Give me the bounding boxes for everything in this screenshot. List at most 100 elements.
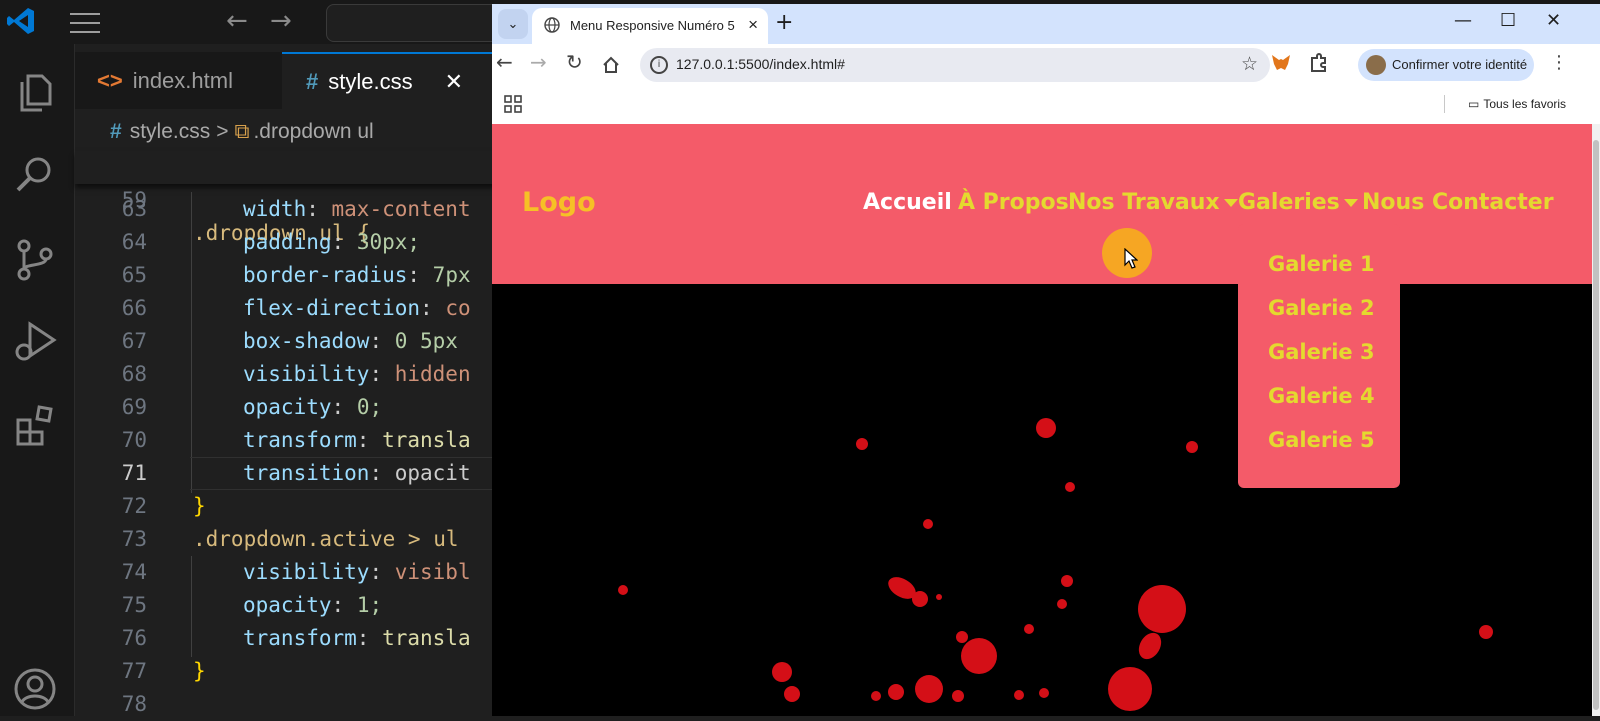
account-icon[interactable] bbox=[12, 666, 58, 712]
explorer-icon[interactable] bbox=[12, 70, 58, 116]
tab-style-css[interactable]: # style.css ✕ bbox=[282, 52, 495, 109]
line-number: 64 bbox=[121, 230, 147, 254]
line-number: 67 bbox=[121, 329, 147, 353]
close-tab-icon[interactable]: ✕ bbox=[445, 69, 463, 95]
galeries-dropdown-menu: Galerie 1 Galerie 2 Galerie 3 Galerie 4 … bbox=[1238, 224, 1400, 488]
nav-link-nous-contacter[interactable]: Nous Contacter bbox=[1362, 190, 1554, 215]
dropdown-item-galerie-1[interactable]: Galerie 1 bbox=[1268, 252, 1375, 276]
nav-link-a-propos[interactable]: À Propos bbox=[958, 190, 1069, 215]
line-number: 72 bbox=[121, 494, 147, 518]
tab-label: index.html bbox=[132, 67, 233, 93]
url-text: 127.0.0.1:5500/index.html# bbox=[676, 56, 845, 72]
breadcrumb-file[interactable]: style.css bbox=[130, 120, 211, 143]
line-number: 65 bbox=[121, 263, 147, 287]
tab-search-icon[interactable]: ⌄ bbox=[498, 9, 528, 39]
line-number: 63 bbox=[121, 197, 147, 221]
bookmark-star-icon[interactable]: ☆ bbox=[1241, 53, 1258, 75]
profile-button[interactable]: Confirmer votre identité bbox=[1358, 49, 1534, 81]
line-number: 70 bbox=[121, 428, 147, 452]
all-bookmarks-button[interactable]: ▭ Tous les favoris bbox=[1444, 95, 1566, 113]
close-tab-icon[interactable]: × bbox=[748, 15, 758, 35]
code-line[interactable]: 72} bbox=[75, 490, 495, 523]
line-number: 77 bbox=[121, 659, 147, 683]
line-number: 66 bbox=[121, 296, 147, 320]
breadcrumb-separator: > bbox=[216, 120, 229, 143]
dropdown-item-galerie-2[interactable]: Galerie 2 bbox=[1268, 296, 1375, 320]
metamask-extension-icon[interactable] bbox=[1270, 52, 1292, 74]
site-logo[interactable]: Logo bbox=[522, 187, 596, 218]
apps-grid-icon[interactable] bbox=[504, 95, 522, 113]
maximize-icon[interactable]: ☐ bbox=[1500, 10, 1516, 31]
avatar bbox=[1366, 55, 1386, 75]
code-line[interactable]: 74 visibility: visibl bbox=[75, 556, 495, 589]
code-text: width: max-content bbox=[243, 197, 471, 221]
forward-icon[interactable]: → bbox=[530, 50, 547, 74]
extensions-puzzle-icon[interactable] bbox=[1308, 52, 1330, 74]
menu-icon[interactable] bbox=[70, 9, 100, 35]
activity-bar bbox=[0, 44, 75, 716]
browser-tab[interactable]: Menu Responsive Numéro 5 × bbox=[532, 8, 768, 44]
address-bar[interactable]: i 127.0.0.1:5500/index.html# ☆ bbox=[640, 48, 1270, 82]
code-line[interactable]: 75 opacity: 1; bbox=[75, 589, 495, 622]
close-window-icon[interactable]: ✕ bbox=[1546, 10, 1561, 31]
breadcrumb: # style.css > ⧉ .dropdown ul bbox=[110, 120, 374, 144]
line-number: 71 bbox=[121, 461, 147, 485]
nav-dropdown-nos-travaux[interactable]: Nos Travaux bbox=[1068, 190, 1238, 215]
reload-icon[interactable]: ↻ bbox=[566, 50, 583, 74]
html-file-icon: <> bbox=[97, 67, 123, 93]
back-arrow-icon[interactable]: ← bbox=[226, 6, 248, 36]
browser-window: ⌄ Menu Responsive Numéro 5 × + — ☐ ✕ ← →… bbox=[492, 4, 1600, 716]
line-number: 76 bbox=[121, 626, 147, 650]
code-text: flex-direction: co bbox=[243, 296, 471, 320]
page-scrollbar[interactable] bbox=[1592, 124, 1600, 716]
code-line-current[interactable]: 71 transition: opacit bbox=[75, 457, 495, 490]
code-line[interactable]: 66 flex-direction: co bbox=[75, 292, 495, 325]
code-line[interactable]: 77} bbox=[75, 655, 495, 688]
command-center-search[interactable] bbox=[326, 4, 508, 42]
scrollbar-thumb[interactable] bbox=[1593, 140, 1599, 710]
dropdown-item-galerie-3[interactable]: Galerie 3 bbox=[1268, 340, 1375, 364]
code-line[interactable]: 68 visibility: hidden bbox=[75, 358, 495, 391]
code-line[interactable]: 70 transform: transla bbox=[75, 424, 495, 457]
code-text: transform: transla bbox=[243, 626, 471, 650]
line-number: 74 bbox=[121, 560, 147, 584]
code-line[interactable]: 69 opacity: 0; bbox=[75, 391, 495, 424]
tab-title: Menu Responsive Numéro 5 bbox=[570, 18, 735, 33]
more-menu-icon[interactable]: ⋮ bbox=[1550, 52, 1568, 73]
nav-link-accueil[interactable]: Accueil bbox=[863, 190, 952, 215]
code-line[interactable]: 73 .dropdown.active > ul bbox=[75, 523, 495, 556]
bookmarks-bar: ▭ Tous les favoris bbox=[492, 87, 1600, 124]
red-splash-image bbox=[618, 418, 1493, 711]
back-icon[interactable]: ← bbox=[496, 50, 513, 74]
divider bbox=[1444, 95, 1445, 113]
code-line[interactable]: 65 border-radius: 7px bbox=[75, 259, 495, 292]
code-text: padding: 30px; bbox=[243, 230, 421, 254]
code-line[interactable]: 76 transform: transla bbox=[75, 622, 495, 655]
extensions-icon[interactable] bbox=[12, 402, 58, 448]
code-text: } bbox=[193, 659, 206, 683]
nav-dropdown-galeries[interactable]: Galeries bbox=[1238, 190, 1358, 215]
home-icon[interactable] bbox=[602, 56, 620, 74]
dropdown-item-galerie-5[interactable]: Galerie 5 bbox=[1268, 428, 1375, 452]
tab-index-html[interactable]: <> index.html bbox=[97, 52, 287, 109]
new-tab-icon[interactable]: + bbox=[775, 10, 793, 35]
code-line[interactable]: 78 bbox=[75, 688, 495, 721]
code-line[interactable]: 63 width: max-content bbox=[75, 193, 495, 226]
dropdown-item-galerie-4[interactable]: Galerie 4 bbox=[1268, 384, 1375, 408]
search-icon[interactable] bbox=[12, 152, 58, 198]
minimize-icon[interactable]: — bbox=[1454, 10, 1472, 31]
line-number: 78 bbox=[121, 692, 147, 716]
line-number: 75 bbox=[121, 593, 147, 617]
source-control-icon[interactable] bbox=[12, 236, 58, 282]
line-number: 73 bbox=[121, 527, 147, 551]
site-info-icon[interactable]: i bbox=[650, 56, 668, 74]
run-debug-icon[interactable] bbox=[12, 318, 58, 364]
code-text: visibility: hidden bbox=[243, 362, 471, 386]
code-line[interactable]: 64 padding: 30px; bbox=[75, 226, 495, 259]
sticky-scroll-line[interactable]: 59 .dropdown ul { bbox=[75, 151, 495, 245]
code-text: border-radius: 7px bbox=[243, 263, 471, 287]
code-text: .dropdown.active > ul bbox=[193, 527, 459, 551]
forward-arrow-icon[interactable]: → bbox=[270, 6, 292, 36]
code-line[interactable]: 67 box-shadow: 0 5px bbox=[75, 325, 495, 358]
breadcrumb-symbol[interactable]: .dropdown ul bbox=[253, 120, 373, 143]
